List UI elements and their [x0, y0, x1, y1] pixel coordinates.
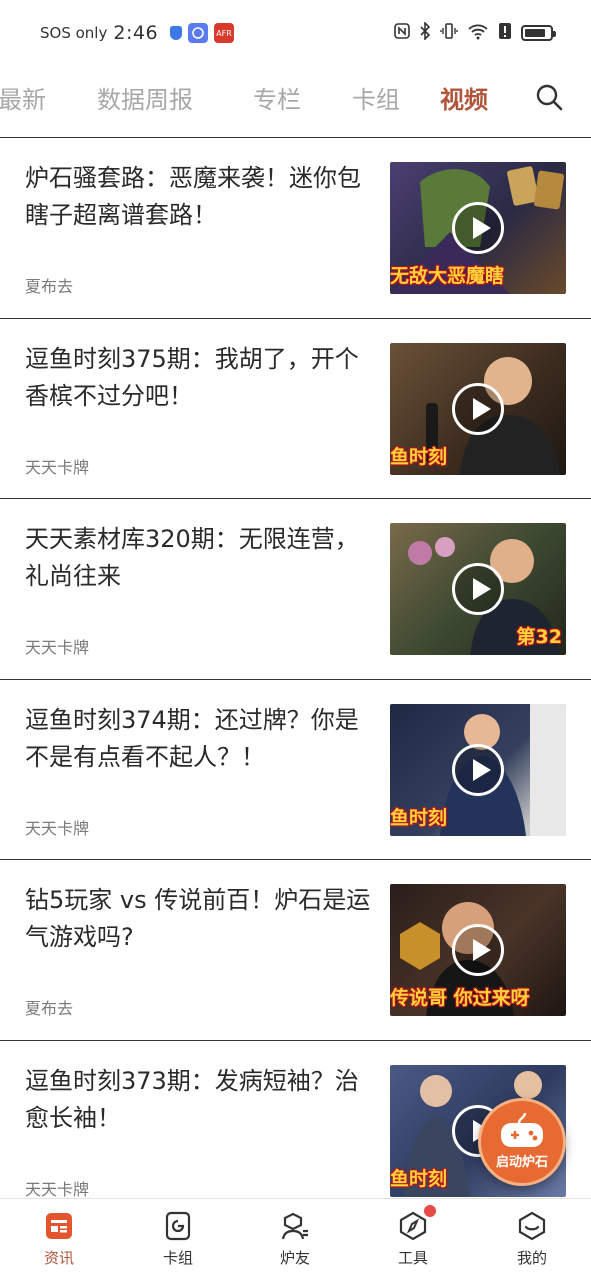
gamepad-icon: [501, 1112, 543, 1147]
tab-video[interactable]: 视频: [440, 80, 488, 115]
play-icon: [452, 202, 504, 254]
battery-level: [525, 29, 546, 37]
launch-hearthstone-button[interactable]: 启动炉石: [478, 1098, 566, 1186]
search-button[interactable]: [534, 82, 564, 112]
nav-friends[interactable]: 炉友: [255, 1211, 335, 1268]
carrier-text: SOS only: [40, 24, 108, 42]
play-icon: [452, 924, 504, 976]
tools-icon: [398, 1205, 436, 1241]
top-tab-bar: 最新 数据周报 专栏 卡组 视频: [0, 66, 591, 138]
play-icon: [452, 563, 504, 615]
status-bar: SOS only 2:46 AFR: [0, 0, 591, 66]
list-item[interactable]: 逗鱼时刻374期：还过牌？你是不是有点看不起人？！ 天天卡牌 鱼时刻: [0, 680, 591, 860]
news-icon: [44, 1211, 74, 1241]
list-item[interactable]: 天天素材库320期：无限连营，礼尚往来 天天卡牌 第32: [0, 499, 591, 680]
tab-decks[interactable]: 卡组: [352, 80, 400, 115]
video-thumbnail[interactable]: 传说哥 你过来呀: [390, 884, 566, 1016]
nav-label: 工具: [397, 1249, 428, 1267]
afr-app-icon: AFR: [214, 23, 235, 43]
tab-latest[interactable]: 最新: [0, 80, 46, 115]
list-item[interactable]: 逗鱼时刻375期：我胡了，开个香槟不过分吧！ 天天卡牌 鱼时刻: [0, 319, 591, 499]
nav-label: 我的: [516, 1249, 547, 1267]
nav-tools[interactable]: 工具: [373, 1205, 453, 1268]
video-thumbnail[interactable]: 鱼时刻: [390, 703, 566, 836]
deck-icon: [163, 1211, 193, 1241]
profile-icon: [517, 1211, 547, 1241]
alert-icon: [498, 22, 512, 44]
video-list[interactable]: 炉石骚套路：恶魔来袭！迷你包瞎子超离谱套路！ 夏布去 无敌大恶魔瞎 逗鱼时刻37…: [0, 138, 591, 1198]
nav-news[interactable]: 资讯: [19, 1211, 99, 1268]
thumbnail-caption: 鱼时刻: [390, 445, 448, 468]
play-icon: [452, 382, 504, 435]
article-title: 逗鱼时刻374期：还过牌？你是不是有点看不起人？！: [25, 705, 359, 771]
bluetooth-icon: [419, 21, 431, 44]
article-title: 天天素材库320期：无限连营，礼尚往来: [25, 525, 359, 590]
thumbnail-caption: 第32: [516, 626, 562, 648]
video-thumbnail[interactable]: 鱼时刻: [390, 342, 566, 475]
search-icon: [536, 84, 563, 111]
status-left: SOS only 2:46 AFR: [40, 22, 235, 44]
app-notification-icon: [188, 23, 209, 43]
video-thumbnail[interactable]: 无敌大恶魔瞎: [390, 162, 566, 294]
vibrate-icon: [440, 22, 458, 44]
article-source: 天天卡牌: [25, 638, 90, 657]
status-right: [394, 21, 556, 44]
thumbnail-caption: 鱼时刻: [390, 806, 448, 829]
app-screen: SOS only 2:46 AFR 最新 数据周报 专栏 卡组 视频 炉石骚套路…: [0, 0, 591, 1280]
article-source: 天天卡牌: [25, 818, 90, 838]
thumbnail-caption: 鱼时刻: [390, 1167, 448, 1190]
clock: 2:46: [113, 22, 159, 44]
notification-dot: [424, 1205, 436, 1217]
video-thumbnail[interactable]: 第32: [390, 523, 566, 655]
article-title: 逗鱼时刻373期：发病短袖？治愈长袖！: [25, 1066, 359, 1132]
article-source: 天天卡牌: [25, 457, 90, 477]
launch-button-label: 启动炉石: [495, 1155, 548, 1170]
article-source: 夏布去: [25, 999, 74, 1018]
thumbnail-caption: 无敌大恶魔瞎: [390, 265, 505, 287]
friends-icon: [280, 1211, 310, 1241]
nav-profile[interactable]: 我的: [492, 1211, 572, 1268]
nav-label: 炉友: [279, 1249, 310, 1267]
nav-decks[interactable]: 卡组: [138, 1211, 218, 1268]
article-source: 天天卡牌: [25, 1179, 90, 1199]
nav-label: 资讯: [43, 1249, 74, 1267]
article-title: 钻5玩家 vs 传说前百！炉石是运气游戏吗?: [25, 886, 371, 951]
bottom-navigation: 资讯 卡组 炉友 工具 我的: [0, 1198, 591, 1280]
play-icon: [452, 743, 504, 796]
tab-column[interactable]: 专栏: [253, 80, 301, 115]
thumbnail-caption: 传说哥 你过来呀: [390, 987, 530, 1009]
article-source: 夏布去: [25, 277, 74, 296]
shield-icon: [170, 26, 183, 40]
battery-icon: [521, 25, 556, 41]
article-title: 逗鱼时刻375期：我胡了，开个香槟不过分吧！: [25, 344, 359, 410]
nfc-icon: [394, 23, 410, 43]
list-item[interactable]: 炉石骚套路：恶魔来袭！迷你包瞎子超离谱套路！ 夏布去 无敌大恶魔瞎: [0, 138, 591, 319]
wifi-icon: [467, 22, 489, 44]
article-title: 炉石骚套路：恶魔来袭！迷你包瞎子超离谱套路！: [25, 164, 361, 229]
list-item[interactable]: 钻5玩家 vs 传说前百！炉石是运气游戏吗? 夏布去 传说哥 你过来呀: [0, 860, 591, 1041]
tab-data-weekly[interactable]: 数据周报: [97, 80, 193, 115]
nav-label: 卡组: [162, 1249, 193, 1267]
